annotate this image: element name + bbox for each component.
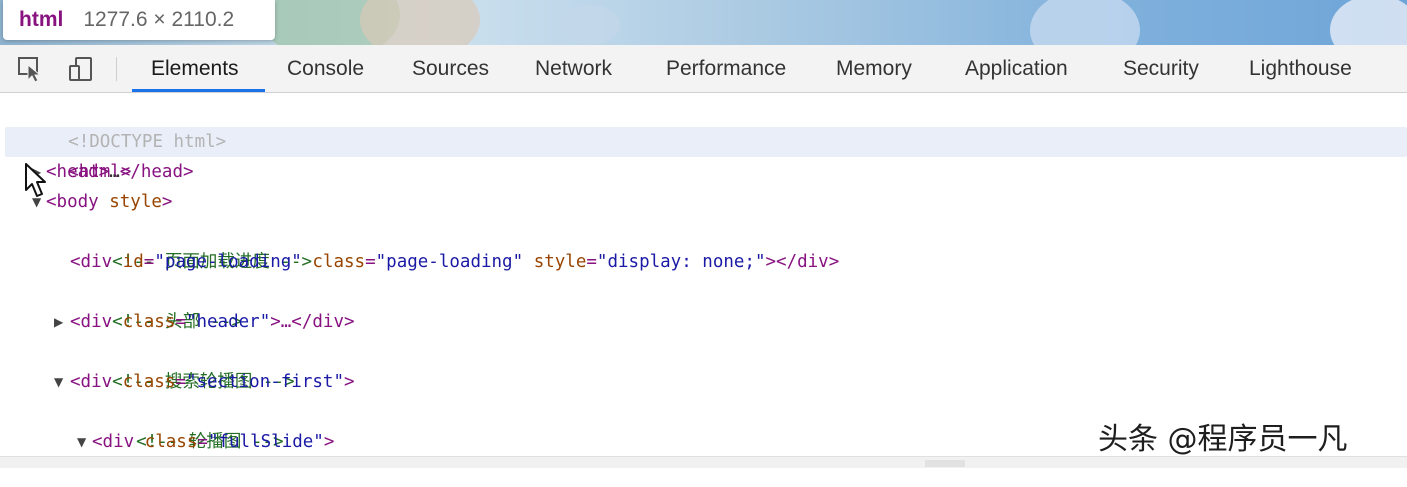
attr-value: "section-first" [185, 372, 344, 392]
div-open-tag: <div [70, 312, 113, 332]
attr-value: "page-loading" [154, 252, 302, 272]
collapse-arrow-icon[interactable]: ▼ [54, 367, 63, 397]
tab-security[interactable]: Security [1123, 45, 1199, 92]
div-open-tag: <div [70, 372, 113, 392]
head-close-tag: </head> [119, 162, 194, 182]
tab-memory[interactable]: Memory [836, 45, 912, 92]
element-inspector-tooltip: html 1277.6 × 2110.2 [3, 0, 275, 40]
dom-node-div-section-first[interactable]: <div class="section-first"> [70, 367, 355, 397]
preview-decoration [360, 0, 480, 45]
tab-lighthouse[interactable]: Lighthouse [1249, 45, 1352, 92]
attr-value: "header" [185, 312, 271, 332]
attr-value: "page-loading" [375, 252, 524, 272]
expand-arrow-icon[interactable]: ▶ [54, 307, 63, 337]
toolbar-divider [116, 57, 117, 81]
tab-network[interactable]: Network [535, 45, 612, 92]
attr-name: class [122, 312, 176, 332]
dom-node-div-page-loading[interactable]: <div id="page-loading" class="page-loadi… [70, 247, 839, 277]
attr-value: "fullSlide" [207, 432, 324, 452]
div-open-tag: <div [70, 252, 113, 272]
div-open-tag: <div [92, 432, 135, 452]
tab-performance[interactable]: Performance [666, 45, 786, 92]
attr-equals: = [365, 252, 376, 272]
tooltip-tag-name: html [19, 8, 64, 31]
dom-tree[interactable]: <!DOCTYPE html> <html> ▶ <head>…</head> … [0, 93, 1407, 456]
watermark: 头条 @程序员一凡 [1098, 422, 1348, 457]
preview-decoration [1030, 0, 1140, 45]
dom-node-comment[interactable]: <!-- 头部 --> [70, 277, 242, 332]
inspect-element-icon[interactable] [17, 55, 45, 83]
dom-node-comment[interactable]: <!-- 搜索轮播图 --> [70, 337, 294, 392]
attr-equals: = [197, 432, 208, 452]
tab-sources[interactable]: Sources [412, 45, 489, 92]
attr-equals: = [175, 312, 186, 332]
attr-name: style [533, 252, 587, 272]
attr-equals: = [586, 252, 597, 272]
scrollbar-thumb[interactable] [925, 460, 965, 467]
attr-name: id [122, 252, 144, 272]
div-close-tag: ></div> [765, 252, 840, 272]
attr-name: class [144, 432, 198, 452]
preview-decoration [560, 5, 620, 45]
tab-console[interactable]: Console [287, 45, 364, 92]
attr-equals: = [175, 372, 186, 392]
attr-name: class [122, 372, 176, 392]
dom-node-head[interactable]: <head>…</head> [46, 157, 194, 187]
attr-name: class [312, 252, 366, 272]
attr-value: "display: none;" [596, 252, 766, 272]
devtools-toolbar: Elements Console Sources Network Perform… [0, 45, 1407, 93]
dom-node-doctype[interactable]: <!DOCTYPE html> [26, 97, 226, 152]
dom-node-body[interactable]: <body style> [46, 187, 172, 217]
dom-node-div-fullslide[interactable]: <div class="fullSlide"> [92, 427, 334, 457]
attr-equals: = [143, 252, 155, 272]
dom-node-div-header[interactable]: <div class="header">…</div> [70, 307, 355, 337]
div-collapsed-close: >…</div> [270, 312, 355, 332]
body-open-tag: <body [46, 192, 99, 212]
active-tab-indicator [132, 89, 265, 92]
body-tag-end: > [161, 192, 173, 212]
tag-end: > [343, 372, 355, 392]
tooltip-dimensions: 1277.6 × 2110.2 [83, 8, 235, 31]
dom-node-comment[interactable]: <!-- 轮播图 --> [94, 397, 283, 452]
dom-node-comment[interactable]: <!-- 页面加载进度 --> [70, 217, 312, 272]
tag-end: > [323, 432, 335, 452]
head-open-tag: <head> [46, 162, 110, 182]
dom-node-html[interactable]: <html> [26, 127, 131, 182]
tab-application[interactable]: Application [965, 45, 1068, 92]
body-attr-name: style [109, 192, 162, 212]
tab-elements[interactable]: Elements [151, 45, 239, 92]
preview-decoration [1330, 0, 1407, 45]
head-ellipsis[interactable]: … [109, 162, 120, 182]
collapse-arrow-icon[interactable]: ▼ [77, 427, 86, 457]
device-toolbar-icon[interactable] [67, 55, 95, 83]
mouse-cursor-icon [24, 163, 50, 199]
